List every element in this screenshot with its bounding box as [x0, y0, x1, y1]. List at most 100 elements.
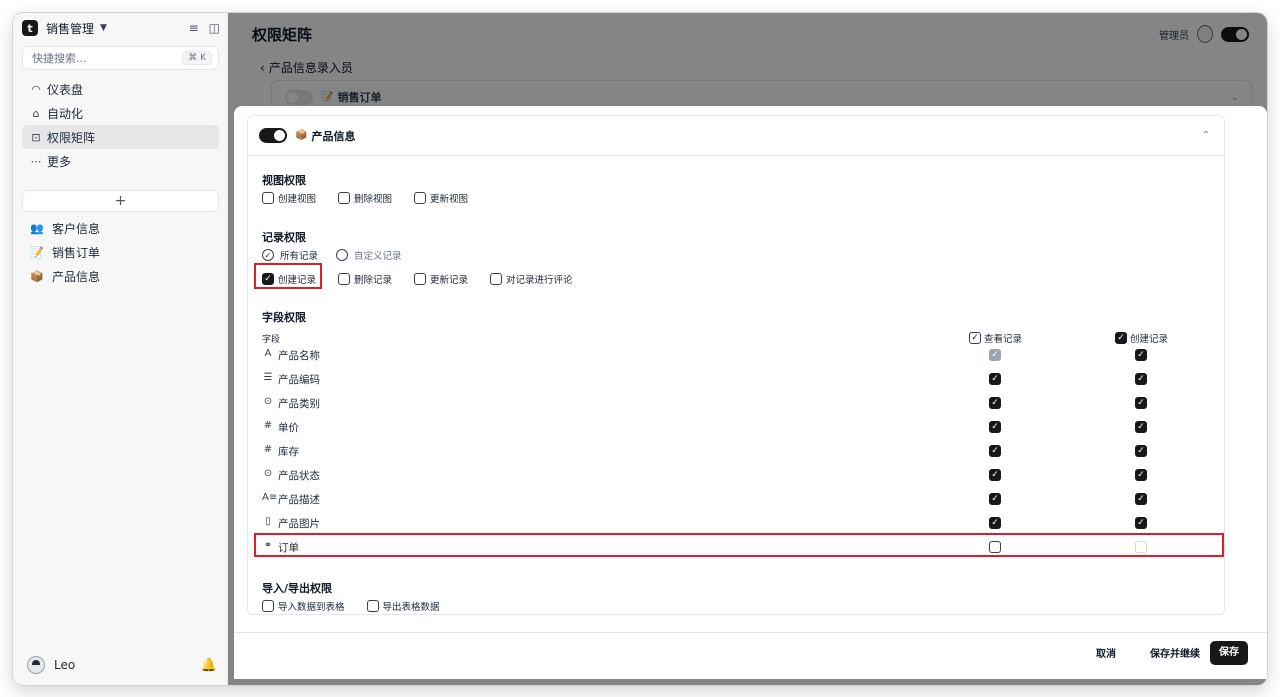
bell-icon[interactable]: 🔔 — [201, 658, 217, 673]
view-permission-title: 视图权限 — [262, 174, 306, 187]
import-data-checkbox[interactable]: 导入数据到表格 — [262, 599, 345, 613]
delete-record-checkbox[interactable]: 删除记录 — [338, 272, 392, 286]
table-row: ⊙ 产品类别 ✓ ✓ — [262, 391, 1212, 415]
view-checkbox[interactable]: ✓ — [989, 397, 1001, 409]
import-export-title: 导入/导出权限 — [262, 582, 333, 595]
option-label: 更新视图 — [430, 194, 469, 205]
checkbox[interactable] — [262, 192, 274, 204]
table-row: # 库存 ✓ ✓ — [262, 439, 1212, 463]
view-checkbox[interactable]: ✓ — [989, 421, 1001, 433]
sidebar-item-products[interactable]: 📦 产品信息 — [22, 264, 219, 288]
table-row: ☰ 产品编码 ✓ ✓ — [262, 367, 1212, 391]
add-table-button[interactable]: + — [22, 190, 219, 212]
radio-label: 所有记录 — [280, 251, 319, 262]
field-name: 产品名称 — [278, 350, 320, 362]
table-row: # 单价 ✓ ✓ — [262, 415, 1212, 439]
view-checkbox[interactable]: ✓ — [989, 445, 1001, 457]
package-icon: 📦 — [295, 130, 308, 141]
record-scope-radios: ✓ 所有记录 自定义记录 — [262, 248, 420, 262]
field-name: 产品编码 — [278, 374, 320, 386]
sidebar-item-label: 客户信息 — [52, 221, 101, 236]
option-label: 创建视图 — [278, 194, 317, 205]
sidebar-item-sales-orders[interactable]: 📝 销售订单 — [22, 240, 219, 264]
lock-icon: ⊡ — [31, 130, 41, 144]
more-icon: ⋯ — [30, 154, 42, 168]
create-checkbox[interactable]: ✓ — [1135, 421, 1147, 433]
avatar — [27, 656, 45, 674]
field-name: 产品类别 — [278, 398, 320, 410]
radio-custom-records[interactable] — [336, 249, 349, 261]
gauge-icon: ◠ — [31, 82, 41, 96]
delete-view-checkbox[interactable]: 删除视图 — [338, 191, 392, 205]
save-and-continue-button[interactable]: 保存并继续 — [1150, 645, 1200, 660]
robot-icon: ⌂ — [32, 106, 40, 120]
create-checkbox[interactable]: ✓ — [1135, 493, 1147, 505]
create-checkbox[interactable]: ✓ — [1135, 397, 1147, 409]
card-title: 产品信息 — [311, 129, 356, 143]
highlight-order-row — [254, 533, 1224, 557]
sidebar-item-dashboard[interactable]: ◠ 仪表盘 — [22, 77, 219, 101]
field-name: 单价 — [278, 422, 299, 434]
radio-all-records[interactable]: ✓ — [262, 249, 274, 261]
field-name: 产品描述 — [278, 494, 320, 506]
export-data-checkbox[interactable]: 导出表格数据 — [366, 599, 440, 613]
search-shortcut: ⌘ K — [182, 51, 212, 65]
option-label: 导出表格数据 — [382, 602, 440, 613]
record-permission-title: 记录权限 — [262, 231, 306, 244]
field-name: 产品状态 — [278, 470, 320, 482]
create-checkbox[interactable]: ✓ — [1135, 349, 1147, 361]
workspace-switcher[interactable]: t 销售管理 ▼ ≡ ◫ — [22, 17, 220, 39]
sidebar-toggle-icon[interactable]: ◫ — [209, 21, 220, 35]
create-checkbox[interactable]: ✓ — [1135, 373, 1147, 385]
table-toggle[interactable] — [259, 128, 287, 143]
long-text-icon: A≡ — [262, 492, 278, 503]
hash-icon: # — [263, 420, 273, 431]
save-button[interactable]: 保存 — [1210, 641, 1248, 665]
package-icon: 📦 — [30, 269, 44, 283]
sidebar-item-permission-matrix[interactable]: ⊡ 权限矩阵 — [22, 125, 219, 149]
create-checkbox[interactable]: ✓ — [1135, 445, 1147, 457]
sidebar-item-more[interactable]: ⋯ 更多 — [22, 149, 219, 173]
sidebar-item-label: 自动化 — [47, 106, 84, 121]
view-checkbox[interactable]: ✓ — [989, 469, 1001, 481]
option-label: 删除记录 — [354, 275, 393, 286]
user-profile[interactable]: Leo 🔔 — [27, 656, 217, 674]
checkbox[interactable] — [414, 192, 427, 204]
view-permission-options: 创建视图 删除视图 更新视图 — [262, 191, 490, 205]
view-checkbox[interactable]: ✓ — [989, 517, 1001, 529]
update-view-checkbox[interactable]: 更新视图 — [414, 191, 468, 205]
create-checkbox[interactable]: ✓ — [1135, 469, 1147, 481]
sidebar-item-automation[interactable]: ⌂ 自动化 — [22, 101, 219, 125]
comment-record-checkbox[interactable]: 对记录进行评论 — [490, 272, 573, 286]
workspace-name: 销售管理 — [46, 21, 95, 36]
checkbox[interactable] — [338, 273, 351, 285]
search-input[interactable]: 快捷搜索... ⌘ K — [22, 46, 219, 70]
view-checkbox[interactable]: ✓ — [989, 349, 1001, 361]
chevron-up-icon[interactable]: ⌃ — [1202, 130, 1210, 141]
sidebar-item-label: 产品信息 — [52, 269, 101, 284]
menu-icon[interactable]: ≡ — [189, 21, 199, 35]
create-checkbox[interactable]: ✓ — [1135, 517, 1147, 529]
list-icon: ☰ — [263, 372, 273, 383]
sidebar-item-label: 销售订单 — [52, 245, 101, 260]
view-checkbox[interactable]: ✓ — [989, 373, 1001, 385]
sidebar-item-label: 更多 — [47, 154, 72, 169]
sidebar-item-customers[interactable]: 👥 客户信息 — [22, 216, 219, 240]
view-checkbox[interactable]: ✓ — [989, 493, 1001, 505]
checkbox[interactable] — [338, 192, 351, 204]
workspace-logo-icon: t — [22, 20, 38, 36]
checkbox[interactable] — [366, 600, 379, 612]
checkbox[interactable] — [262, 600, 274, 612]
field-name: 库存 — [278, 446, 299, 458]
create-view-checkbox[interactable]: 创建视图 — [262, 191, 316, 205]
user-name: Leo — [54, 658, 76, 672]
cancel-button[interactable]: 取消 — [1096, 645, 1116, 660]
checkbox[interactable] — [414, 273, 427, 285]
card-header[interactable]: 📦 产品信息 ⌃ — [248, 116, 1224, 156]
checkbox[interactable] — [490, 273, 503, 285]
update-record-checkbox[interactable]: 更新记录 — [414, 272, 468, 286]
field-permission-title: 字段权限 — [262, 311, 306, 324]
sidebar-item-label: 仪表盘 — [47, 82, 84, 97]
field-name: 产品图片 — [278, 518, 320, 530]
memo-icon: 📝 — [30, 245, 44, 259]
